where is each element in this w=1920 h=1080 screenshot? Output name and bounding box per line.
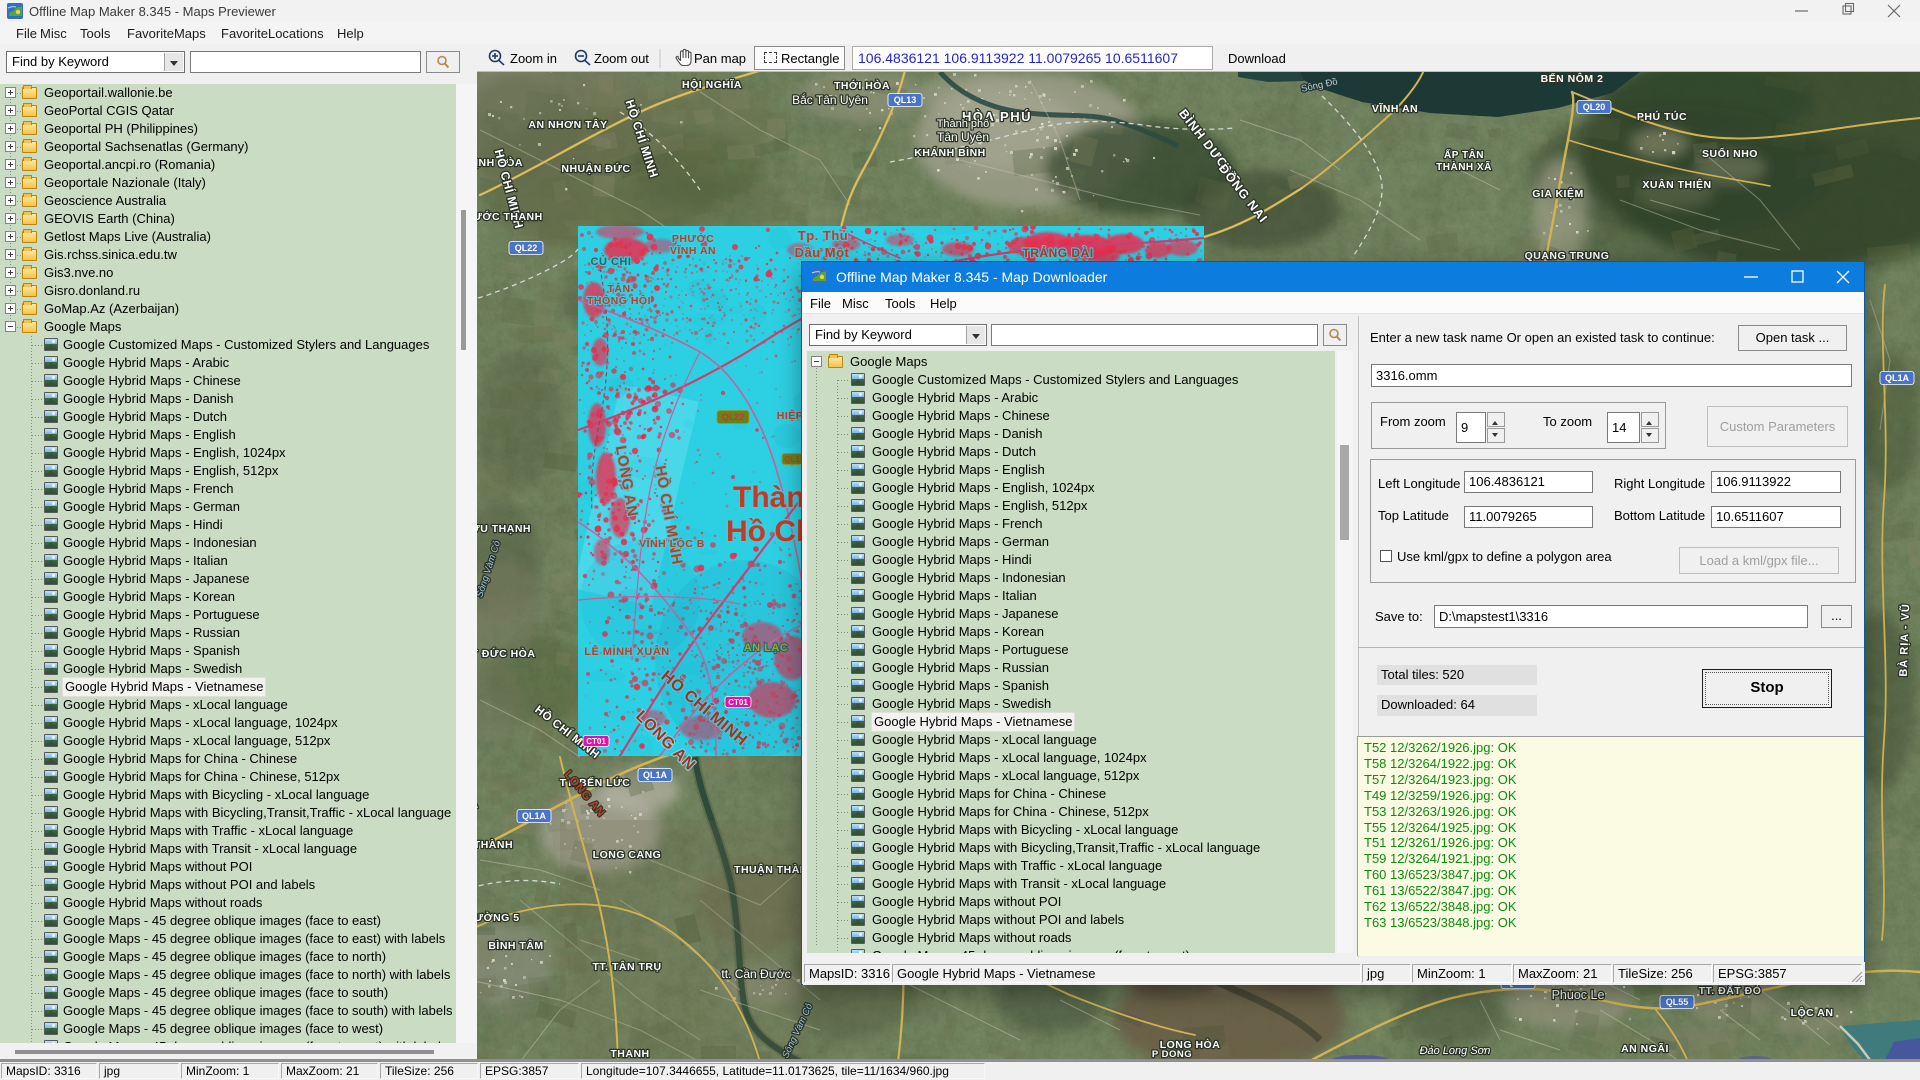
svg-text:THỚI HÒA: THỚI HÒA <box>834 79 890 92</box>
svg-text:Phuoc Le: Phuoc Le <box>1552 988 1605 1002</box>
svg-text:LÊ MINH XUÂN: LÊ MINH XUÂN <box>584 645 669 658</box>
svg-text:Bắc Tân Uyên: Bắc Tân Uyên <box>792 92 868 107</box>
svg-text:TT. TÂN TRỤ: TT. TÂN TRỤ <box>592 960 661 973</box>
svg-text:Đảo Long Sơn: Đảo Long Sơn <box>1420 1045 1491 1057</box>
svg-text:QL55: QL55 <box>1666 997 1689 1007</box>
svg-text:TÂN: TÂN <box>607 282 630 295</box>
svg-text:QL13: QL13 <box>894 95 917 105</box>
svg-text:NHUẬN ĐỨC: NHUẬN ĐỨC <box>561 162 630 175</box>
svg-text:QL22: QL22 <box>515 243 538 253</box>
svg-text:ƯỚC THẠNH: ƯỚC THẠNH <box>473 210 542 223</box>
svg-text:BẾN NÔM 2: BẾN NÔM 2 <box>1541 72 1604 85</box>
svg-text:SUỐI NHO: SUỐI NHO <box>1702 146 1758 160</box>
svg-text:PHÚ TÚC: PHÚ TÚC <box>1637 110 1687 123</box>
svg-text:ẤP TÂN: ẤP TÂN <box>1444 148 1484 161</box>
svg-text:VĨNH AN: VĨNH AN <box>1372 102 1418 115</box>
svg-text:PHƯỚC: PHƯỚC <box>672 232 714 245</box>
svg-text:QL22: QL22 <box>722 412 745 422</box>
svg-text:ƯỜNG 5: ƯỜNG 5 <box>474 911 519 924</box>
svg-text:CỦ CHI: CỦ CHI <box>591 255 632 268</box>
svg-text:LONG CANG: LONG CANG <box>593 849 662 861</box>
svg-text:HỘI NGHĨA: HỘI NGHĨA <box>682 78 742 91</box>
svg-text:QL1A: QL1A <box>643 770 668 780</box>
svg-text:TT. ĐẤT ĐỎ: TT. ĐẤT ĐỎ <box>1699 984 1762 997</box>
svg-text:TRẢNG DÀI: TRẢNG DÀI <box>1022 245 1093 260</box>
svg-text:THÔNG HỘI: THÔNG HỘI <box>587 294 651 307</box>
svg-text:LỘC AN: LỘC AN <box>1791 1006 1834 1019</box>
svg-text:QL1A: QL1A <box>1885 373 1910 383</box>
svg-text:AN NGÃI: AN NGÃI <box>1621 1042 1669 1055</box>
svg-text:KHÁNH BÌNH: KHÁNH BÌNH <box>914 146 986 159</box>
svg-text:THÀNH XÃ: THÀNH XÃ <box>1436 160 1492 173</box>
svg-text:Tp. Thủ: Tp. Thủ <box>798 228 848 243</box>
svg-text:XUÂN THIỆN: XUÂN THIỆN <box>1642 178 1711 191</box>
svg-text:QL1: QL1 <box>784 455 800 464</box>
svg-text:VĨNH AN: VĨNH AN <box>670 244 716 257</box>
svg-text:VĨNH LỘC B: VĨNH LỘC B <box>639 537 705 550</box>
svg-text:CT01: CT01 <box>728 698 748 707</box>
svg-text:HIỆP: HIỆP <box>777 409 804 422</box>
svg-text:QL1A: QL1A <box>522 811 547 821</box>
svg-text:Thành phố: Thành phố <box>937 118 990 130</box>
svg-text:QL20: QL20 <box>1583 102 1606 112</box>
svg-text:CT01: CT01 <box>586 737 606 746</box>
svg-text:Tân Uyên: Tân Uyên <box>937 130 989 144</box>
svg-text:GIA KIỆM: GIA KIỆM <box>1532 187 1583 200</box>
svg-text:AN NHƠN TÂY: AN NHƠN TÂY <box>528 118 607 131</box>
svg-text:tt. Cần Đước: tt. Cần Đước <box>721 967 790 981</box>
svg-text:Dầu Một: Dầu Một <box>795 245 850 260</box>
svg-text:BÌNH TÂM: BÌNH TÂM <box>488 939 543 952</box>
svg-text:BÀ RỊA - VŨ: BÀ RỊA - VŨ <box>1897 603 1913 677</box>
svg-text:AN LẠC: AN LẠC <box>744 642 789 654</box>
